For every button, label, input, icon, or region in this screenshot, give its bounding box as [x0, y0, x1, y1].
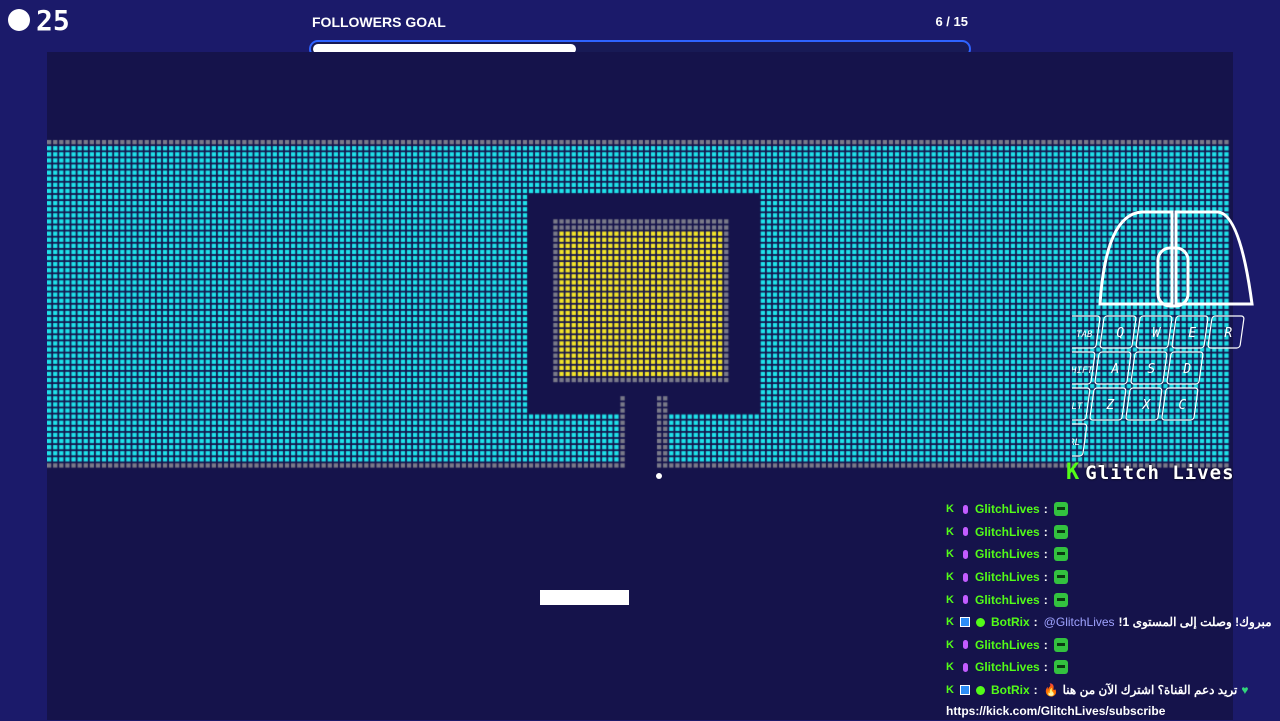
chat-username[interactable]: GlitchLives — [975, 638, 1040, 652]
chat-message: K GlitchLives: — [946, 521, 1280, 544]
mic-badge-icon — [963, 595, 968, 605]
mic-badge-icon — [963, 504, 968, 514]
mic-badge-icon — [963, 662, 968, 672]
chat-separator: : — [1043, 592, 1048, 607]
chat-message: K GlitchLives: — [946, 543, 1280, 566]
key-label: ALT — [1072, 402, 1083, 412]
key-label: Q — [1116, 326, 1124, 341]
subscribe-link[interactable]: https://kick.com/GlitchLives/subscribe — [946, 701, 1280, 721]
ball-icon — [8, 9, 30, 31]
chat-text: مبروك! وصلت إلى المستوى 1! — [1118, 615, 1272, 630]
sticker-emote-icon — [1053, 502, 1068, 517]
chat-separator: : — [1043, 637, 1048, 652]
chat-separator: : — [1043, 660, 1048, 675]
chat-separator: : — [1043, 502, 1048, 517]
chat-mention[interactable]: @GlitchLives — [1044, 615, 1115, 629]
fire-icon: 🔥 — [1043, 683, 1059, 698]
kick-badge-icon: K — [946, 525, 954, 538]
bot-badge-icon — [960, 617, 970, 628]
kick-logo-icon: K — [1066, 460, 1080, 485]
chat-message: K GlitchLives: — [946, 634, 1280, 657]
kick-badge-icon: K — [946, 638, 954, 651]
chat-message: K GlitchLives: — [946, 498, 1280, 521]
chat-message: K BotRix: 🔥 تريد دعم القناة؟ اشترك الآن من … — [946, 679, 1280, 702]
kick-badge-icon: K — [946, 571, 954, 584]
paddle[interactable] — [540, 590, 629, 605]
key-label: C — [1178, 398, 1186, 413]
chat-separator: : — [1033, 615, 1038, 630]
verified-badge-icon — [976, 617, 985, 627]
chat-text: تريد دعم القناة؟ اشترك الآن من هنا — [1062, 683, 1238, 698]
chat-message: K BotRix: @GlitchLives مبروك! وصلت إلى المس… — [946, 611, 1280, 634]
ball-counter: 25 — [8, 3, 70, 37]
kick-badge-icon: K — [946, 661, 954, 674]
followers-goal-title: FOLLOWERS GOAL — [312, 14, 446, 30]
mic-badge-icon — [963, 572, 968, 582]
chat-username[interactable]: BotRix — [991, 615, 1030, 629]
chat-username[interactable]: GlitchLives — [975, 660, 1040, 674]
kick-badge-icon: K — [946, 684, 954, 697]
keyboard-input-overlay: TAB Q W E R SHIFT A S D ALT Z X C CTRL — [1072, 210, 1254, 457]
key-label: CTRL — [1072, 438, 1080, 448]
heart-icon: ♥ — [1241, 683, 1249, 698]
chat-separator: : — [1033, 683, 1038, 698]
chat-username[interactable]: GlitchLives — [975, 502, 1040, 516]
game-ball — [656, 473, 662, 479]
sticker-emote-icon — [1053, 524, 1068, 539]
key-label: E — [1188, 326, 1196, 341]
sticker-emote-icon — [1053, 660, 1068, 675]
key-label: SHIFT — [1072, 366, 1093, 376]
key-label: TAB — [1076, 330, 1093, 340]
channel-name: Glitch Lives — [1085, 461, 1235, 484]
kick-badge-icon: K — [946, 548, 954, 561]
chat-username[interactable]: GlitchLives — [975, 525, 1040, 539]
key-label: Z — [1105, 398, 1115, 413]
followers-goal-count: 6 / 15 — [935, 14, 968, 29]
sticker-emote-icon — [1053, 570, 1068, 585]
mic-badge-icon — [963, 527, 968, 537]
sticker-emote-icon — [1053, 547, 1068, 562]
bot-badge-icon — [960, 685, 970, 696]
mic-badge-icon — [963, 640, 968, 650]
kick-badge-icon: K — [946, 593, 954, 606]
mouse-buttons-icon — [1098, 210, 1254, 308]
chat-username[interactable]: GlitchLives — [975, 593, 1040, 607]
chat-message: K GlitchLives: — [946, 566, 1280, 589]
key-label: D — [1182, 362, 1191, 377]
key-label: S — [1147, 362, 1155, 377]
verified-badge-icon — [976, 685, 985, 695]
key-label: A — [1110, 362, 1119, 377]
mic-badge-icon — [963, 549, 968, 559]
chat-username[interactable]: BotRix — [991, 683, 1030, 697]
key-label: R — [1224, 326, 1232, 341]
key-label: X — [1141, 398, 1151, 413]
chat-username[interactable]: GlitchLives — [975, 547, 1040, 561]
sticker-emote-icon — [1053, 592, 1068, 607]
chat-separator: : — [1043, 524, 1048, 539]
kick-badge-icon: K — [946, 503, 954, 516]
chat-feed: K GlitchLives: K GlitchLives: K GlitchLives: K… — [946, 498, 1280, 721]
chat-message: K GlitchLives: — [946, 656, 1280, 679]
chat-separator: : — [1043, 547, 1048, 562]
sticker-emote-icon — [1053, 637, 1068, 652]
key-label: W — [1152, 326, 1161, 341]
chat-username[interactable]: GlitchLives — [975, 570, 1040, 584]
chat-message: K GlitchLives: — [946, 588, 1280, 611]
chat-separator: : — [1043, 570, 1048, 585]
kick-badge-icon: K — [946, 616, 954, 629]
channel-name-tag: K Glitch Lives — [1066, 460, 1235, 485]
ball-count: 25 — [36, 3, 70, 37]
